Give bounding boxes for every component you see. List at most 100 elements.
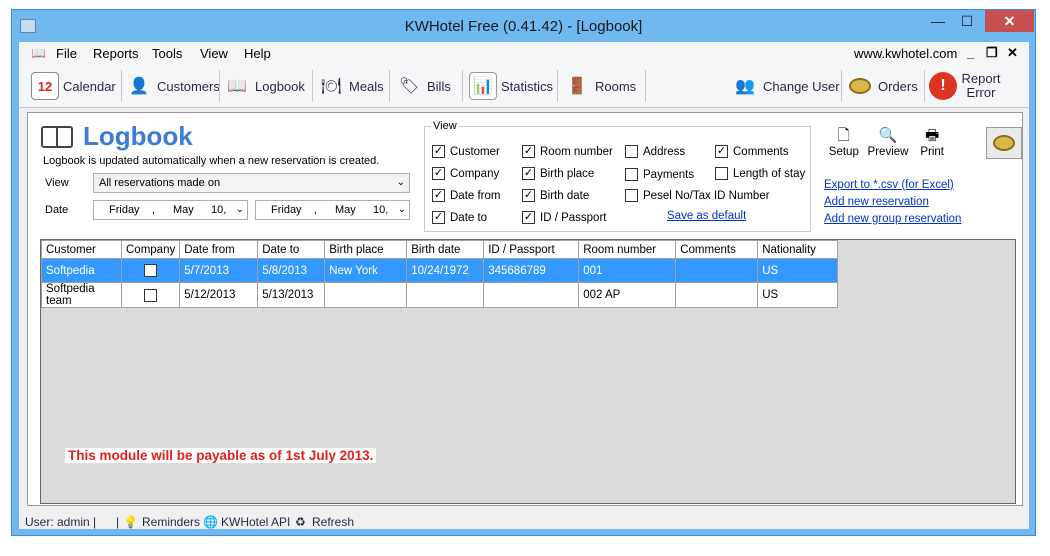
mdi-minimize-button[interactable]: _ — [967, 45, 974, 60]
column-header[interactable]: Date to — [257, 240, 326, 259]
chevron-down-icon[interactable]: ⌄ — [398, 204, 406, 215]
cell-date-from[interactable]: 5/12/2013 — [179, 282, 259, 308]
date-from-number: 10, — [211, 204, 227, 216]
checkbox-birth-place[interactable]: ✓ Birth place — [522, 167, 594, 180]
checkbox-length-of-stay[interactable]: Length of stay — [715, 167, 805, 180]
column-header[interactable]: Nationality — [757, 240, 839, 259]
cell-birth-date[interactable] — [406, 282, 485, 308]
mdi-restore-button[interactable]: ❐ — [986, 45, 998, 61]
report-error-button[interactable]: ! Report Error — [929, 70, 1001, 102]
main-window: KWHotel Free (0.41.42) - [Logbook] — ☐ ✕… — [11, 9, 1036, 536]
customer-icon: 👤 — [129, 78, 149, 95]
checkbox-date-to[interactable]: ✓ Date to — [432, 211, 487, 224]
bills-button[interactable]: 🏷 Bills — [395, 70, 451, 102]
add-reservation-link[interactable]: Add new reservation — [824, 196, 961, 213]
cell-date-to[interactable]: 5/13/2013 — [257, 282, 326, 308]
cell-comments[interactable] — [675, 282, 759, 308]
column-header[interactable]: Room number — [578, 240, 677, 259]
chevron-down-icon[interactable]: ⌄ — [236, 204, 244, 215]
report-error-label: Report Error — [961, 71, 1001, 100]
checkbox-customer[interactable]: ✓ Customer — [432, 145, 500, 158]
checkbox-birth-date[interactable]: ✓ Birth date — [522, 189, 589, 202]
column-header[interactable]: ID / Passport — [483, 240, 580, 259]
column-header[interactable]: Comments — [675, 240, 759, 259]
mdi-book-icon[interactable]: 📖 — [31, 46, 46, 60]
minimize-button[interactable]: — — [925, 10, 951, 32]
cell-id-passport[interactable] — [483, 282, 580, 308]
calendar-button[interactable]: 12 Calendar — [31, 70, 116, 102]
meals-button[interactable]: 🍽 Meals — [317, 70, 384, 102]
checkbox-room-number[interactable]: ✓ Room number — [522, 145, 613, 158]
menu-view[interactable]: View — [200, 46, 228, 61]
checkbox-comments[interactable]: ✓ Comments — [715, 145, 789, 158]
date-to-picker[interactable]: Friday , May 10, ⌄ — [255, 200, 410, 220]
column-header[interactable]: Company — [120, 240, 181, 259]
statistics-icon: 📊 — [469, 72, 497, 100]
cell-comments[interactable] — [675, 258, 759, 283]
menu-file[interactable]: File — [56, 46, 77, 61]
door-icon: 🚪 — [567, 78, 587, 95]
cell-birth-date[interactable]: 10/24/1972 — [406, 258, 485, 283]
column-header[interactable]: Birth place — [324, 240, 408, 259]
date-from-picker[interactable]: Friday , May 10, ⌄ — [93, 200, 248, 220]
menu-tools[interactable]: Tools — [152, 46, 182, 61]
checkbox-pesel[interactable]: Pesel No/Tax ID Number — [625, 189, 770, 202]
website-link[interactable]: www.kwhotel.com — [854, 46, 957, 61]
refresh-button[interactable]: Refresh — [312, 515, 354, 529]
cell-customer[interactable]: Softpedia team — [41, 282, 122, 308]
meals-label: Meals — [349, 78, 384, 94]
print-button[interactable]: 🖶 Print — [911, 126, 953, 168]
cell-customer[interactable]: Softpedia — [41, 258, 122, 283]
page-heading: Logbook — [41, 121, 193, 152]
payment-button[interactable] — [986, 127, 1022, 159]
cell-company[interactable] — [120, 258, 181, 283]
customers-button[interactable]: 👤 Customers — [125, 70, 220, 102]
date-label: Date — [45, 204, 69, 216]
company-checkbox[interactable] — [144, 288, 158, 302]
logbook-label: Logbook — [255, 78, 305, 94]
add-group-reservation-link[interactable]: Add new group reservation — [824, 213, 961, 230]
company-checkbox[interactable] — [144, 264, 158, 277]
kwhotel-api-button[interactable]: KWHotel API — [221, 515, 290, 529]
menu-reports[interactable]: Reports — [93, 46, 139, 61]
view-select[interactable]: All reservations made on ⌄ — [93, 173, 410, 193]
view-options-group: View ✓ Customer ✓ Room number Address ✓ Com… — [424, 120, 811, 232]
cell-birth-place[interactable] — [324, 282, 408, 308]
statistics-button[interactable]: 📊 Statistics — [469, 70, 553, 102]
refresh-icon: ♻ — [295, 515, 306, 529]
logbook-button[interactable]: 📖 Logbook — [223, 70, 305, 102]
cell-birth-place[interactable]: New York — [324, 258, 408, 283]
checkbox-company[interactable]: ✓ Company — [432, 167, 499, 180]
checkbox-address[interactable]: Address — [625, 145, 685, 158]
checkbox-payments[interactable]: Payments — [625, 168, 694, 181]
cell-nationality[interactable]: US — [757, 282, 839, 308]
change-user-button[interactable]: 👥 Change User — [731, 70, 840, 102]
cell-room-number[interactable]: 001 — [578, 258, 677, 283]
rooms-button[interactable]: 🚪 Rooms — [563, 70, 636, 102]
cell-date-to[interactable]: 5/8/2013 — [257, 258, 326, 283]
cell-date-from[interactable]: 5/7/2013 — [179, 258, 259, 283]
export-csv-link[interactable]: Export to *.csv (for Excel) — [824, 179, 961, 196]
close-button[interactable]: ✕ — [985, 10, 1034, 32]
reminders-button[interactable]: Reminders — [142, 515, 200, 529]
orders-button[interactable]: Orders — [846, 70, 918, 102]
preview-button[interactable]: 🔍 Preview — [865, 126, 912, 168]
cell-id-passport[interactable]: 345686789 — [483, 258, 580, 283]
column-header[interactable]: Birth date — [406, 240, 485, 259]
table-row[interactable]: Softpedia 5/7/2013 5/8/2013 New York 10/… — [41, 258, 839, 283]
setup-button[interactable]: 🗋 Setup — [823, 126, 865, 168]
toolbar-separator — [924, 70, 925, 102]
maximize-button[interactable]: ☐ — [954, 10, 980, 32]
checkbox-date-from[interactable]: ✓ Date from — [432, 189, 501, 202]
page-title: Logbook — [83, 121, 193, 151]
mdi-close-button[interactable]: ✕ — [1007, 45, 1018, 61]
table-row[interactable]: Softpedia team 5/12/2013 5/13/2013 002 A… — [41, 282, 839, 308]
cell-nationality[interactable]: US — [757, 258, 839, 283]
cell-room-number[interactable]: 002 AP — [578, 282, 677, 308]
menu-help[interactable]: Help — [244, 46, 271, 61]
save-default-link[interactable]: Save as default — [667, 210, 746, 222]
column-header[interactable]: Date from — [179, 240, 259, 259]
checkbox-id-passport[interactable]: ✓ ID / Passport — [522, 211, 606, 224]
cell-company[interactable] — [120, 282, 181, 308]
column-header[interactable]: Customer — [41, 240, 122, 259]
